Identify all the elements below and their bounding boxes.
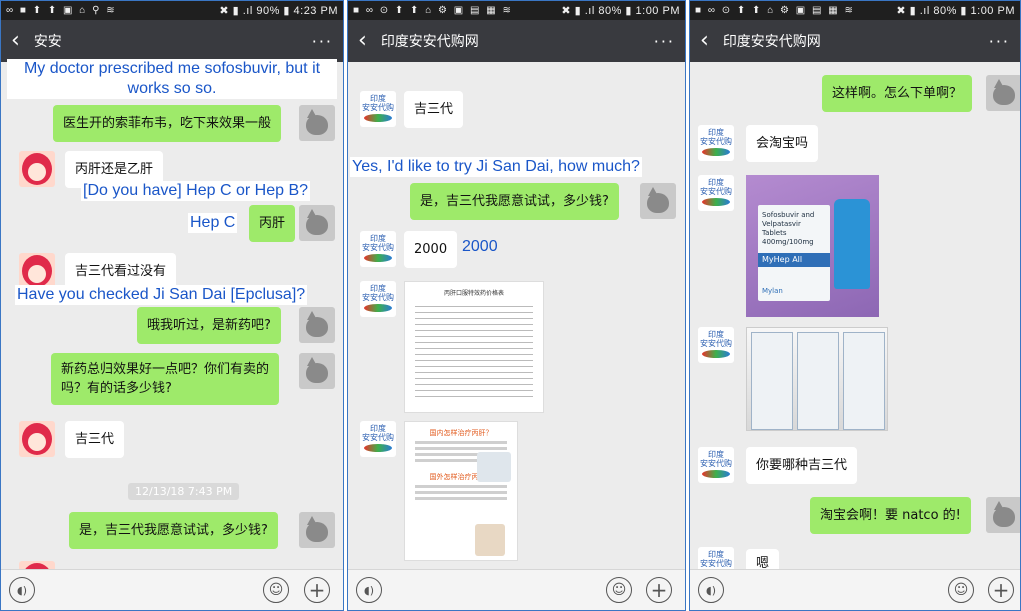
- chat-header: ‹ 安安 ···: [1, 20, 343, 62]
- message-bubble-sent[interactable]: 哦我听过，是新药吧?: [137, 307, 281, 344]
- message-line: 新药总归效果好一点吧？你们有卖的: [61, 362, 270, 377]
- message-bubble-sent[interactable]: 淘宝会啊！要 natco 的!: [810, 497, 971, 534]
- shop-logo-avatar[interactable]: 印度 安安代购: [698, 175, 734, 211]
- box-maker: Mylan: [762, 287, 783, 295]
- avatar-self[interactable]: [299, 353, 335, 389]
- shop-logo-avatar[interactable]: 印度 安安代购: [698, 125, 734, 161]
- shop-logo-avatar[interactable]: 印度 安安代购: [698, 447, 734, 483]
- avatar-self[interactable]: [986, 75, 1020, 111]
- chat-header: ‹ 印度安安代购网 ···: [690, 20, 1020, 62]
- status-icons: ■ ∞ ⊙ ⬆ ⬆ ⌂ ⚙ ▣ ▤ ▦ ≋: [695, 5, 855, 16]
- avatar-self[interactable]: [299, 307, 335, 343]
- medicine-box: Sofosbuvir and Velpatasvir Tablets 400mg…: [758, 205, 830, 301]
- medicine-box: [843, 332, 885, 430]
- avatar-self[interactable]: [299, 205, 335, 241]
- status-info: ✖ ▮ .ıl 80% ▮ 1:00 PM: [896, 5, 1015, 17]
- plus-icon[interactable]: +: [304, 577, 330, 603]
- avatar-self[interactable]: [299, 105, 335, 141]
- more-icon[interactable]: ···: [989, 32, 1010, 51]
- plus-icon[interactable]: +: [988, 577, 1014, 603]
- shop-logo-avatar[interactable]: 印度 安安代购: [360, 281, 396, 317]
- voice-icon[interactable]: ◖): [9, 577, 35, 603]
- treatment-flyer-image[interactable]: 国内怎样治疗丙肝？ 国外怎样治疗丙肝？: [404, 421, 518, 561]
- chat-screen-2: ■ ∞ ⊙ ⬆ ⬆ ⌂ ⚙ ▣ ▤ ▦ ≋ ✖ ▮ .ıl 80% ▮ 1:00…: [347, 0, 686, 611]
- translation-caption: 2000: [462, 238, 498, 255]
- status-info: ✖ ▮ .ıl 90% ▮ 4:23 PM: [219, 5, 338, 17]
- shop-logo-avatar[interactable]: 印度 安安代购: [698, 327, 734, 363]
- box-label: Sofosbuvir and Velpatasvir Tablets 400mg…: [762, 211, 815, 246]
- medicine-box: [751, 332, 793, 430]
- chat-title: 印度安安代购网: [380, 34, 479, 50]
- chat-title: 安安: [33, 34, 62, 50]
- medicine-boxes-photo[interactable]: [746, 327, 888, 431]
- plus-icon[interactable]: +: [646, 577, 672, 603]
- table-lines: [415, 301, 533, 397]
- avatar-contact[interactable]: [19, 151, 55, 187]
- chat-screen-1: ∞ ■ ⬆ ⬆ ▣ ⌂ ⚲ ≋ ✖ ▮ .ıl 90% ▮ 4:23 PM ‹ …: [0, 0, 344, 611]
- status-bar: ■ ∞ ⊙ ⬆ ⬆ ⌂ ⚙ ▣ ▤ ▦ ≋ ✖ ▮ .ıl 80% ▮ 1:00…: [690, 1, 1020, 20]
- medicine-box-photo[interactable]: Sofosbuvir and Velpatasvir Tablets 400mg…: [746, 175, 879, 317]
- message-bubble-sent[interactable]: 新药总归效果好一点吧？你们有卖的 吗？有的话多少钱?: [51, 353, 280, 405]
- shop-logo-avatar[interactable]: 印度 安安代购: [360, 91, 396, 127]
- translation-caption: Have you checked Ji San Dai [Epclusa]?: [15, 285, 308, 305]
- shop-logo-avatar[interactable]: 印度 安安代购: [360, 421, 396, 457]
- box-brand: MyHep All: [758, 253, 830, 267]
- avatar-self[interactable]: [640, 183, 676, 219]
- input-bar: ◖) ☺ +: [1, 569, 343, 610]
- status-info: ✖ ▮ .ıl 80% ▮ 1:00 PM: [561, 5, 680, 17]
- emoji-icon[interactable]: ☺: [263, 577, 289, 603]
- message-bubble-sent[interactable]: 是，吉三代我愿意试试，多少钱?: [410, 183, 619, 220]
- message-line: 吗？有的话多少钱?: [61, 381, 172, 396]
- message-bubble-sent[interactable]: 医生开的索菲布韦，吃下来效果一般: [53, 105, 282, 142]
- image-title: 丙肝口服特效药价格表: [443, 290, 504, 297]
- more-icon[interactable]: ···: [312, 32, 333, 51]
- translation-caption: [Do you have] Hep C or Hep B?: [81, 181, 311, 201]
- translation-caption: My doctor prescribed me sofosbuvir, but …: [7, 59, 337, 99]
- message-bubble-received[interactable]: 会淘宝吗: [746, 125, 819, 162]
- shop-logo-avatar[interactable]: 印度 安安代购: [360, 231, 396, 267]
- medicine-box: [797, 332, 839, 430]
- back-arrow-icon[interactable]: ‹: [700, 30, 709, 52]
- emoji-icon[interactable]: ☺: [606, 577, 632, 603]
- flyer-heading: 国内怎样治疗丙肝？: [429, 429, 493, 437]
- voice-icon[interactable]: ◖): [356, 577, 382, 603]
- avatar-self[interactable]: [986, 497, 1020, 533]
- voice-icon[interactable]: ◖): [698, 577, 724, 603]
- status-icons: ■ ∞ ⊙ ⬆ ⬆ ⌂ ⚙ ▣ ▤ ▦ ≋: [353, 5, 513, 16]
- message-bubble-sent[interactable]: 是，吉三代我愿意试试，多少钱?: [69, 512, 278, 549]
- medicine-bottle: [834, 199, 870, 289]
- message-timestamp: 12/13/18 7:43 PM: [128, 483, 240, 500]
- price-table-image[interactable]: 丙肝口服特效药价格表: [404, 281, 544, 413]
- translation-caption: Yes, I'd like to try Ji San Dai, how muc…: [350, 157, 642, 177]
- input-bar: ◖) ☺ +: [690, 569, 1020, 610]
- input-bar: ◖) ☺ +: [348, 569, 685, 610]
- message-bubble-received[interactable]: 吉三代: [404, 91, 464, 128]
- status-bar: ■ ∞ ⊙ ⬆ ⬆ ⌂ ⚙ ▣ ▤ ▦ ≋ ✖ ▮ .ıl 80% ▮ 1:00…: [348, 1, 685, 20]
- chat-title: 印度安安代购网: [722, 34, 821, 50]
- message-bubble-received[interactable]: 吉三代: [65, 421, 125, 458]
- more-icon[interactable]: ···: [654, 32, 675, 51]
- message-bubble-received[interactable]: 2000: [404, 231, 458, 268]
- back-arrow-icon[interactable]: ‹: [358, 30, 367, 52]
- flyer-photo: [477, 452, 511, 482]
- message-bubble-sent[interactable]: 丙肝: [249, 205, 296, 242]
- chat-header: ‹ 印度安安代购网 ···: [348, 20, 685, 62]
- message-bubble-received[interactable]: 你要哪种吉三代: [746, 447, 858, 484]
- message-bubble-sent[interactable]: 这样啊。怎么下单啊？: [822, 75, 973, 112]
- avatar-contact[interactable]: [19, 253, 55, 289]
- avatar-contact[interactable]: [19, 421, 55, 457]
- emoji-icon[interactable]: ☺: [948, 577, 974, 603]
- status-icons: ∞ ■ ⬆ ⬆ ▣ ⌂ ⚲ ≋: [6, 5, 117, 16]
- chat-screen-3: ■ ∞ ⊙ ⬆ ⬆ ⌂ ⚙ ▣ ▤ ▦ ≋ ✖ ▮ .ıl 80% ▮ 1:00…: [689, 0, 1021, 611]
- avatar-self[interactable]: [299, 512, 335, 548]
- status-bar: ∞ ■ ⬆ ⬆ ▣ ⌂ ⚲ ≋ ✖ ▮ .ıl 90% ▮ 4:23 PM: [1, 1, 343, 20]
- flyer-photo: [475, 524, 505, 556]
- back-arrow-icon[interactable]: ‹: [11, 30, 20, 52]
- translation-caption: Hep C: [188, 213, 238, 233]
